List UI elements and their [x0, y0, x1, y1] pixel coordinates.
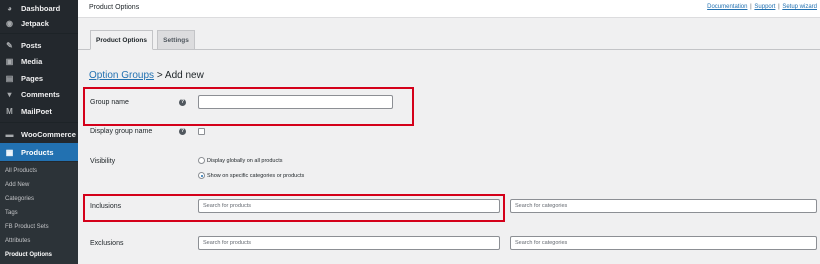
sidebar-item-jetpack[interactable]: ◉ Jetpack [0, 15, 78, 32]
exclusions-products-search[interactable]: Search for products [198, 236, 500, 250]
exclusions-label: Exclusions [90, 240, 124, 247]
products-icon: ▦ [5, 147, 14, 157]
radio-display-globally[interactable] [198, 157, 205, 164]
dashboard-icon: ◕ [7, 4, 12, 13]
sidebar-item-label: Pages [21, 74, 44, 83]
tab-product-options[interactable]: Product Options [90, 30, 153, 50]
tab-bar: Product Options Settings [78, 18, 820, 50]
sidebar-item-comments[interactable]: ▾ Comments [0, 86, 78, 103]
setup-wizard-link[interactable]: Setup wizard [782, 4, 817, 10]
sidebar-item-label: Comments [21, 90, 60, 99]
admin-sidebar: ◕ Dashboard ◉ Jetpack ✎ Posts ▣ Media ▤ … [0, 0, 78, 264]
sidebar-item-mailpoet[interactable]: M MailPoet [0, 103, 78, 120]
jetpack-icon: ◉ [6, 19, 13, 28]
heading-suffix: > Add new [156, 70, 204, 81]
sidebar-item-posts[interactable]: ✎ Posts [0, 37, 78, 54]
radio-specific-categories[interactable] [198, 172, 205, 179]
top-bar: Product Options Documentation | Support … [78, 0, 820, 18]
page-heading: Option Groups > Add new [89, 70, 204, 81]
submenu-product-options[interactable]: Product Options [5, 250, 52, 260]
radio-label-specific-categories: Show on specific categories or products [207, 173, 305, 179]
submenu-categories[interactable]: Categories [5, 194, 34, 204]
submenu-all-products[interactable]: All Products [5, 166, 37, 176]
sidebar-separator [0, 33, 78, 34]
page-icon: ▤ [5, 74, 14, 83]
sidebar-item-label: WooCommerce [21, 130, 76, 139]
sidebar-separator [0, 122, 78, 123]
submenu-fb-product-sets[interactable]: FB Product Sets [5, 222, 49, 232]
highlight-box-inclusions [83, 194, 505, 222]
highlight-box-group-name [83, 87, 414, 126]
documentation-link[interactable]: Documentation [707, 4, 747, 10]
sidebar-item-media[interactable]: ▣ Media [0, 53, 78, 70]
display-group-name-label: Display group name [90, 128, 153, 135]
help-links: Documentation | Support | Setup wizard [707, 4, 817, 10]
sidebar-item-label: Dashboard [21, 4, 61, 13]
submenu-attributes[interactable]: Attributes [5, 236, 30, 246]
pin-icon: ✎ [6, 41, 13, 50]
page-title: Product Options [89, 4, 140, 11]
link-separator: | [778, 4, 780, 10]
sidebar-item-pages[interactable]: ▤ Pages [0, 70, 78, 87]
link-separator: | [750, 4, 752, 10]
mailpoet-icon: M [6, 107, 13, 116]
sidebar-item-label: Jetpack [21, 19, 49, 28]
sidebar-item-label: Media [21, 57, 43, 66]
woocommerce-icon: ▬ [5, 130, 14, 139]
submenu-add-new[interactable]: Add New [5, 180, 29, 190]
help-icon[interactable]: ? [179, 128, 186, 135]
exclusions-categories-search[interactable]: Search for categories [510, 236, 817, 250]
visibility-label: Visibility [90, 158, 116, 165]
submenu-tags[interactable]: Tags [5, 208, 18, 218]
sidebar-item-label: Posts [21, 41, 42, 50]
radio-label-display-globally: Display globally on all products [207, 158, 283, 164]
comment-icon: ▾ [7, 90, 12, 99]
tab-settings[interactable]: Settings [157, 30, 195, 50]
products-submenu: All Products Add New Categories Tags FB … [0, 162, 78, 264]
option-groups-link[interactable]: Option Groups [89, 70, 154, 81]
display-group-name-checkbox[interactable] [198, 128, 205, 135]
inclusions-categories-search[interactable]: Search for categories [510, 199, 817, 213]
support-link[interactable]: Support [754, 4, 775, 10]
media-icon: ▣ [5, 57, 14, 66]
sidebar-item-label: MailPoet [21, 107, 52, 116]
sidebar-item-woocommerce[interactable]: ▬ WooCommerce [0, 126, 78, 143]
sidebar-item-products[interactable]: ▦ Products [0, 143, 78, 161]
sidebar-item-label: Products [21, 147, 54, 157]
